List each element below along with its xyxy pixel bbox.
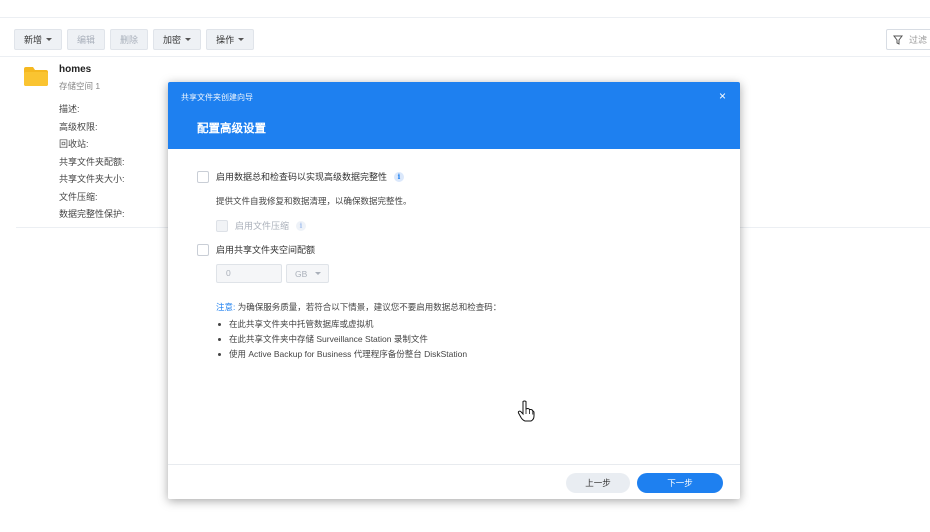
checksum-label: 启用数据总和检查码以实现高级数据完整性: [216, 172, 388, 182]
checksum-checkbox[interactable]: [197, 170, 209, 183]
property-recycle-bin: 回收站:: [59, 139, 89, 149]
compression-checkbox[interactable]: [216, 219, 228, 232]
note-bullets: 在此共享文件夹中托管数据库或虚拟机 在此共享文件夹中存储 Surveillanc…: [216, 317, 467, 362]
dialog-header: 共享文件夹创建向导 × 配置高级设置: [168, 82, 740, 149]
next-button[interactable]: 下一步: [637, 473, 723, 493]
checksum-description: 提供文件自我修复和数据清理，以确保数据完整性。: [216, 196, 412, 206]
note-text: 注意: 为确保服务质量，若符合以下情景，建议您不要启用数据总和检查码：: [216, 301, 501, 313]
property-integrity: 数据完整性保护:: [59, 209, 125, 219]
close-icon[interactable]: ×: [719, 90, 726, 102]
previous-button[interactable]: 上一步: [566, 473, 630, 493]
property-quota: 共享文件夹配额:: [59, 156, 125, 167]
hand-cursor-icon: [517, 400, 535, 422]
dialog-footer: 上一步 下一步: [168, 464, 740, 499]
encrypt-button[interactable]: 加密: [153, 29, 202, 50]
chevron-down-icon: [185, 38, 192, 41]
create-button[interactable]: 新增: [14, 29, 63, 50]
wizard-title: 共享文件夹创建向导: [181, 93, 253, 102]
filter-input[interactable]: 过滤: [886, 29, 930, 50]
list-item: 使用 Active Backup for Business 代理程序备份整台 D…: [216, 347, 467, 362]
shared-folder-wizard-dialog: 共享文件夹创建向导 × 配置高级设置 启用数据总和检查码以实现高级数据完整性 i…: [168, 82, 740, 499]
chevron-down-icon: [315, 272, 321, 275]
step-title: 配置高级设置: [197, 123, 266, 135]
property-advanced-permissions: 高级权限:: [59, 121, 98, 132]
quota-label: 启用共享文件夹空间配额: [216, 245, 316, 255]
property-description: 描述:: [59, 104, 80, 114]
quota-option[interactable]: 启用共享文件夹空间配额: [197, 243, 315, 256]
delete-button[interactable]: 删除: [110, 29, 149, 50]
info-icon[interactable]: i: [394, 171, 405, 182]
toolbar: 新增 编辑 删除 加密 操作: [14, 29, 255, 50]
chevron-down-icon: [46, 38, 53, 41]
checksum-option[interactable]: 启用数据总和检查码以实现高级数据完整性 i: [197, 170, 405, 183]
action-button[interactable]: 操作: [206, 29, 255, 50]
folder-volume: 存储空间 1: [59, 81, 101, 91]
folder-name[interactable]: homes: [59, 64, 91, 75]
info-icon[interactable]: i: [296, 220, 307, 231]
top-divider: [0, 17, 930, 18]
toolbar-divider: [0, 56, 930, 57]
folder-icon: [24, 67, 48, 86]
list-item: 在此共享文件夹中托管数据库或虚拟机: [216, 317, 467, 332]
compression-option[interactable]: 启用文件压缩 i: [216, 219, 307, 232]
folder-properties: 描述: 高级权限: 回收站: 共享文件夹配额: 共享文件夹大小: 文件压缩: 数…: [59, 101, 125, 224]
quota-checkbox[interactable]: [197, 243, 209, 256]
quota-size-input[interactable]: 0: [216, 264, 282, 283]
list-item: 在此共享文件夹中存储 Surveillance Station 录制文件: [216, 332, 467, 347]
compression-label: 启用文件压缩: [235, 221, 290, 231]
filter-icon: [893, 35, 903, 45]
note-body: 为确保服务质量，若符合以下情景，建议您不要启用数据总和检查码：: [237, 302, 502, 312]
edit-button[interactable]: 编辑: [67, 29, 106, 50]
note-label: 注意:: [216, 302, 236, 312]
chevron-down-icon: [238, 38, 245, 41]
property-compression: 文件压缩:: [59, 191, 98, 202]
quota-unit-select[interactable]: GB: [286, 264, 329, 283]
property-size: 共享文件夹大小:: [59, 174, 125, 184]
